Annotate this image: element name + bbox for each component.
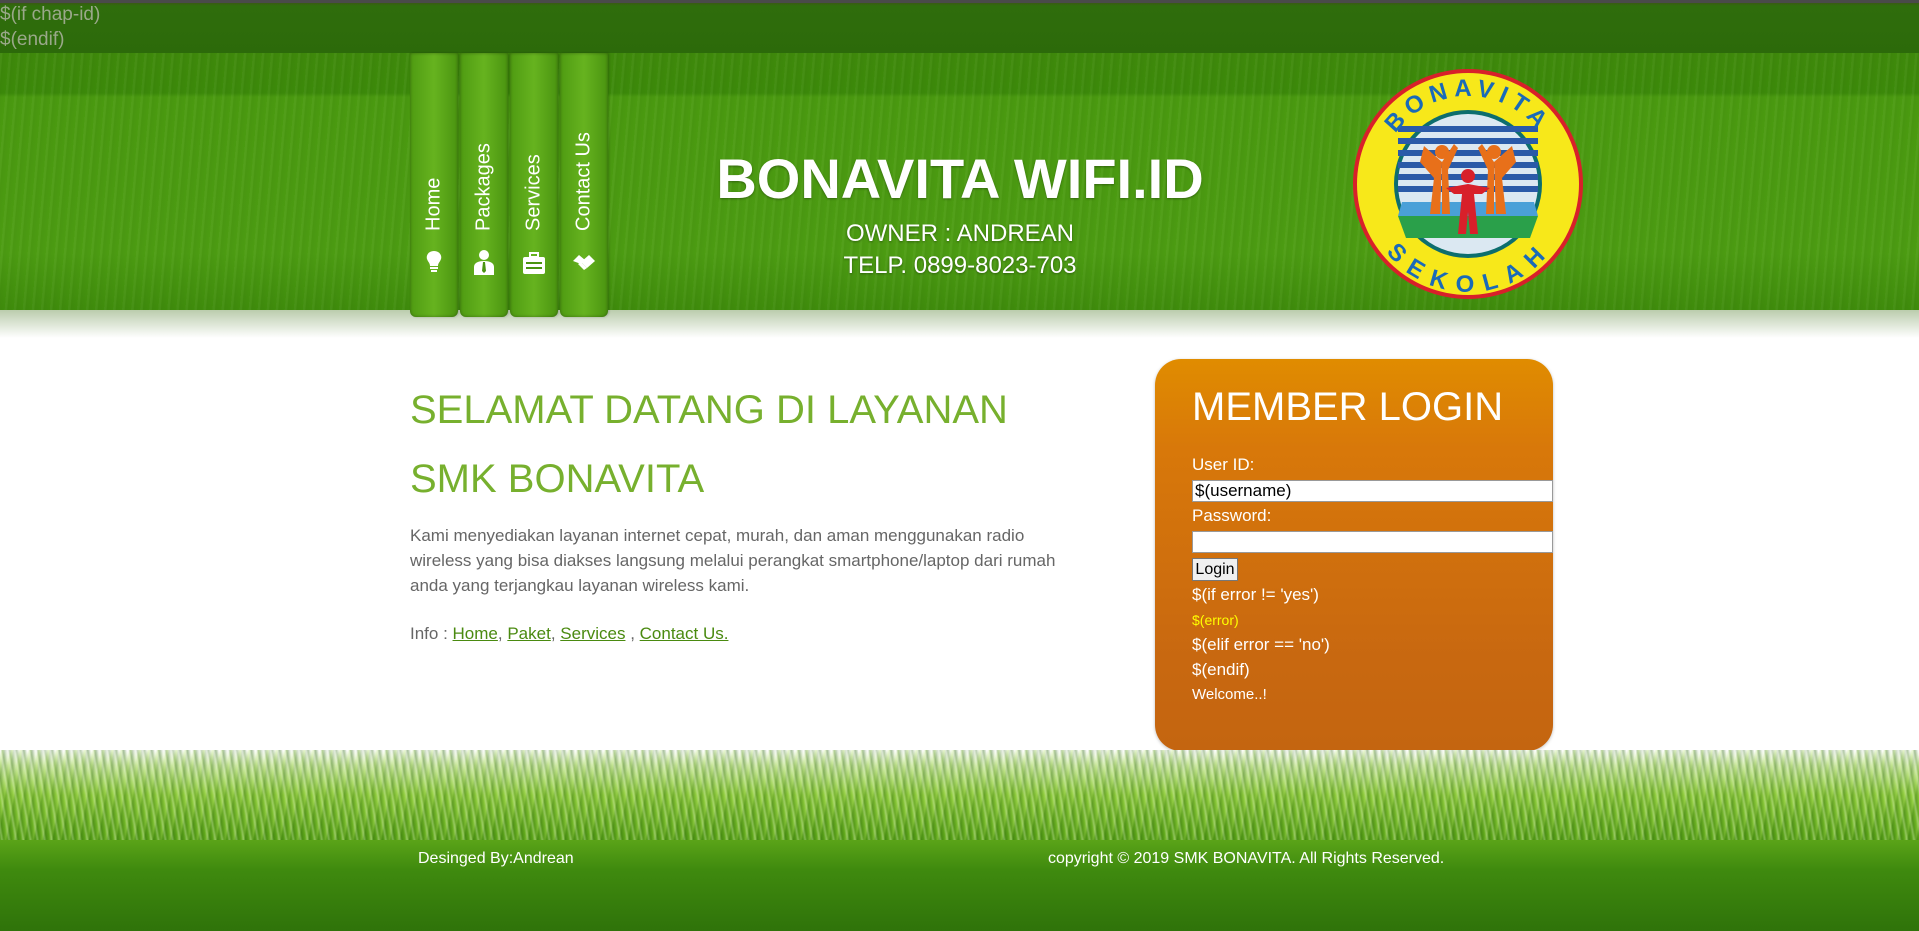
- welcome-title-line1: SELAMAT DATANG DI LAYANAN: [410, 388, 1008, 432]
- nav-tab-services[interactable]: Services: [510, 53, 558, 317]
- briefcase-icon: [523, 252, 545, 274]
- school-logo: BONAVITA SEKOLAH: [1353, 69, 1583, 299]
- user-id-input[interactable]: [1192, 480, 1553, 502]
- nav-label-packages: Packages: [472, 143, 495, 231]
- info-line: Info : Home, Paket, Services , Contact U…: [410, 624, 729, 643]
- welcome-message: Welcome..!: [1192, 686, 1267, 703]
- handshake-icon: [573, 255, 595, 270]
- lightbulb-icon: [426, 251, 442, 272]
- info-link-contact-us[interactable]: Contact Us.: [640, 624, 729, 643]
- user-id-label: User ID:: [1192, 455, 1255, 474]
- password-label: Password:: [1192, 506, 1272, 525]
- error-message: $(error): [1192, 612, 1239, 628]
- brand-owner: OWNER : ANDREAN: [845, 220, 1075, 247]
- brand-title: BONAVITA WIFI.ID: [716, 147, 1204, 210]
- welcome-title-line2: SMK BONAVITA: [410, 457, 705, 501]
- template-endif: $(endif): [0, 29, 65, 50]
- brand-phone: TELP. 0899-8023-703: [843, 252, 1077, 279]
- template-endif-login: $(endif): [1192, 660, 1250, 679]
- nav-label-contact-us: Contact Us: [572, 132, 595, 231]
- template-if-chap-id: $(if chap-id): [0, 4, 101, 25]
- nav-tab-home[interactable]: Home: [410, 53, 458, 317]
- info-link-paket[interactable]: Paket: [507, 624, 550, 643]
- info-prefix: Info :: [410, 624, 453, 643]
- info-link-services[interactable]: Services: [560, 624, 625, 643]
- template-elif-error: $(elif error == 'no'): [1192, 635, 1330, 654]
- brand-block: BONAVITA WIFI.ID OWNER : ANDREAN TELP. 0…: [690, 148, 1230, 282]
- info-link-home[interactable]: Home: [453, 624, 498, 643]
- footer-copyright: copyright © 2019 SMK BONAVITA. All Right…: [1048, 850, 1445, 867]
- nav-label-home: Home: [422, 177, 445, 231]
- header-shadow: [0, 310, 1919, 338]
- footer-designed-by: Desinged By:Andrean: [418, 850, 574, 867]
- nav-tab-packages[interactable]: Packages: [460, 53, 508, 317]
- password-input[interactable]: [1192, 531, 1553, 553]
- person-tie-icon: [474, 250, 494, 275]
- login-title: MEMBER LOGIN: [1192, 385, 1504, 429]
- login-button[interactable]: Login: [1192, 558, 1238, 581]
- top-bar: [0, 0, 1919, 53]
- footer-grass: [0, 750, 1919, 931]
- intro-paragraph: Kami menyediakan layanan internet cepat,…: [410, 526, 1056, 595]
- nav-tab-contact-us[interactable]: Contact Us: [560, 53, 608, 317]
- template-if-error: $(if error != 'yes'): [1192, 585, 1319, 604]
- nav-label-services: Services: [522, 154, 545, 231]
- member-login-panel: MEMBER LOGIN User ID: Password: Login $(…: [1155, 359, 1553, 751]
